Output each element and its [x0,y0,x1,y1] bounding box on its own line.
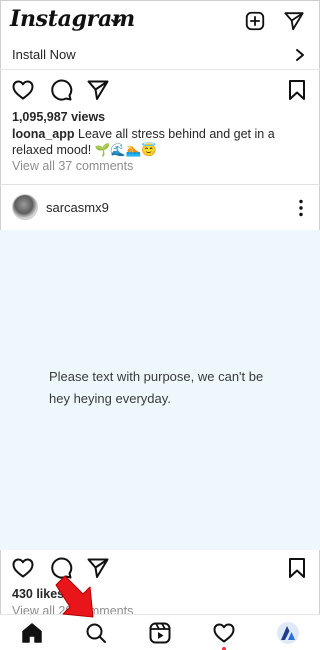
profile-icon[interactable] [276,621,300,645]
post2-image[interactable]: Please text with purpose, we can't be he… [0,230,320,550]
direct-message-icon[interactable] [283,10,305,32]
post-divider [0,184,320,185]
install-now-label: Install Now [12,47,76,62]
post2-header: sarcasmx9 [0,186,320,230]
heart-icon[interactable] [11,78,35,102]
chevron-right-icon [296,49,304,61]
chevron-down-icon[interactable] [110,17,122,27]
activity-heart-icon[interactable] [212,621,236,645]
heart-icon[interactable] [11,556,35,580]
post1-action-row [0,78,320,108]
avatar[interactable] [12,194,38,220]
bottom-navigation [0,614,320,650]
post2-image-text: Please text with purpose, we can't be he… [49,369,264,406]
views-count: 1,095,987 views [12,110,106,124]
bookmark-icon[interactable] [285,78,309,102]
share-icon[interactable] [86,78,110,102]
bookmark-icon[interactable] [285,556,309,580]
post1-caption: loona_app Leave all stress behind and ge… [12,126,312,158]
post1-username[interactable]: loona_app [12,127,75,141]
top-header: Instagram [0,0,320,42]
install-now-banner[interactable]: Install Now [0,42,320,70]
post1-view-comments[interactable]: View all 37 comments [12,159,133,173]
reels-icon[interactable] [148,621,172,645]
home-icon[interactable] [20,621,44,645]
more-options-icon[interactable] [296,198,306,218]
red-annotation-arrow-icon [55,575,94,618]
comment-icon[interactable] [49,78,73,102]
post2-action-row [0,556,320,586]
search-icon[interactable] [84,621,108,645]
post2-username[interactable]: sarcasmx9 [46,200,109,215]
new-post-icon[interactable] [244,10,266,32]
